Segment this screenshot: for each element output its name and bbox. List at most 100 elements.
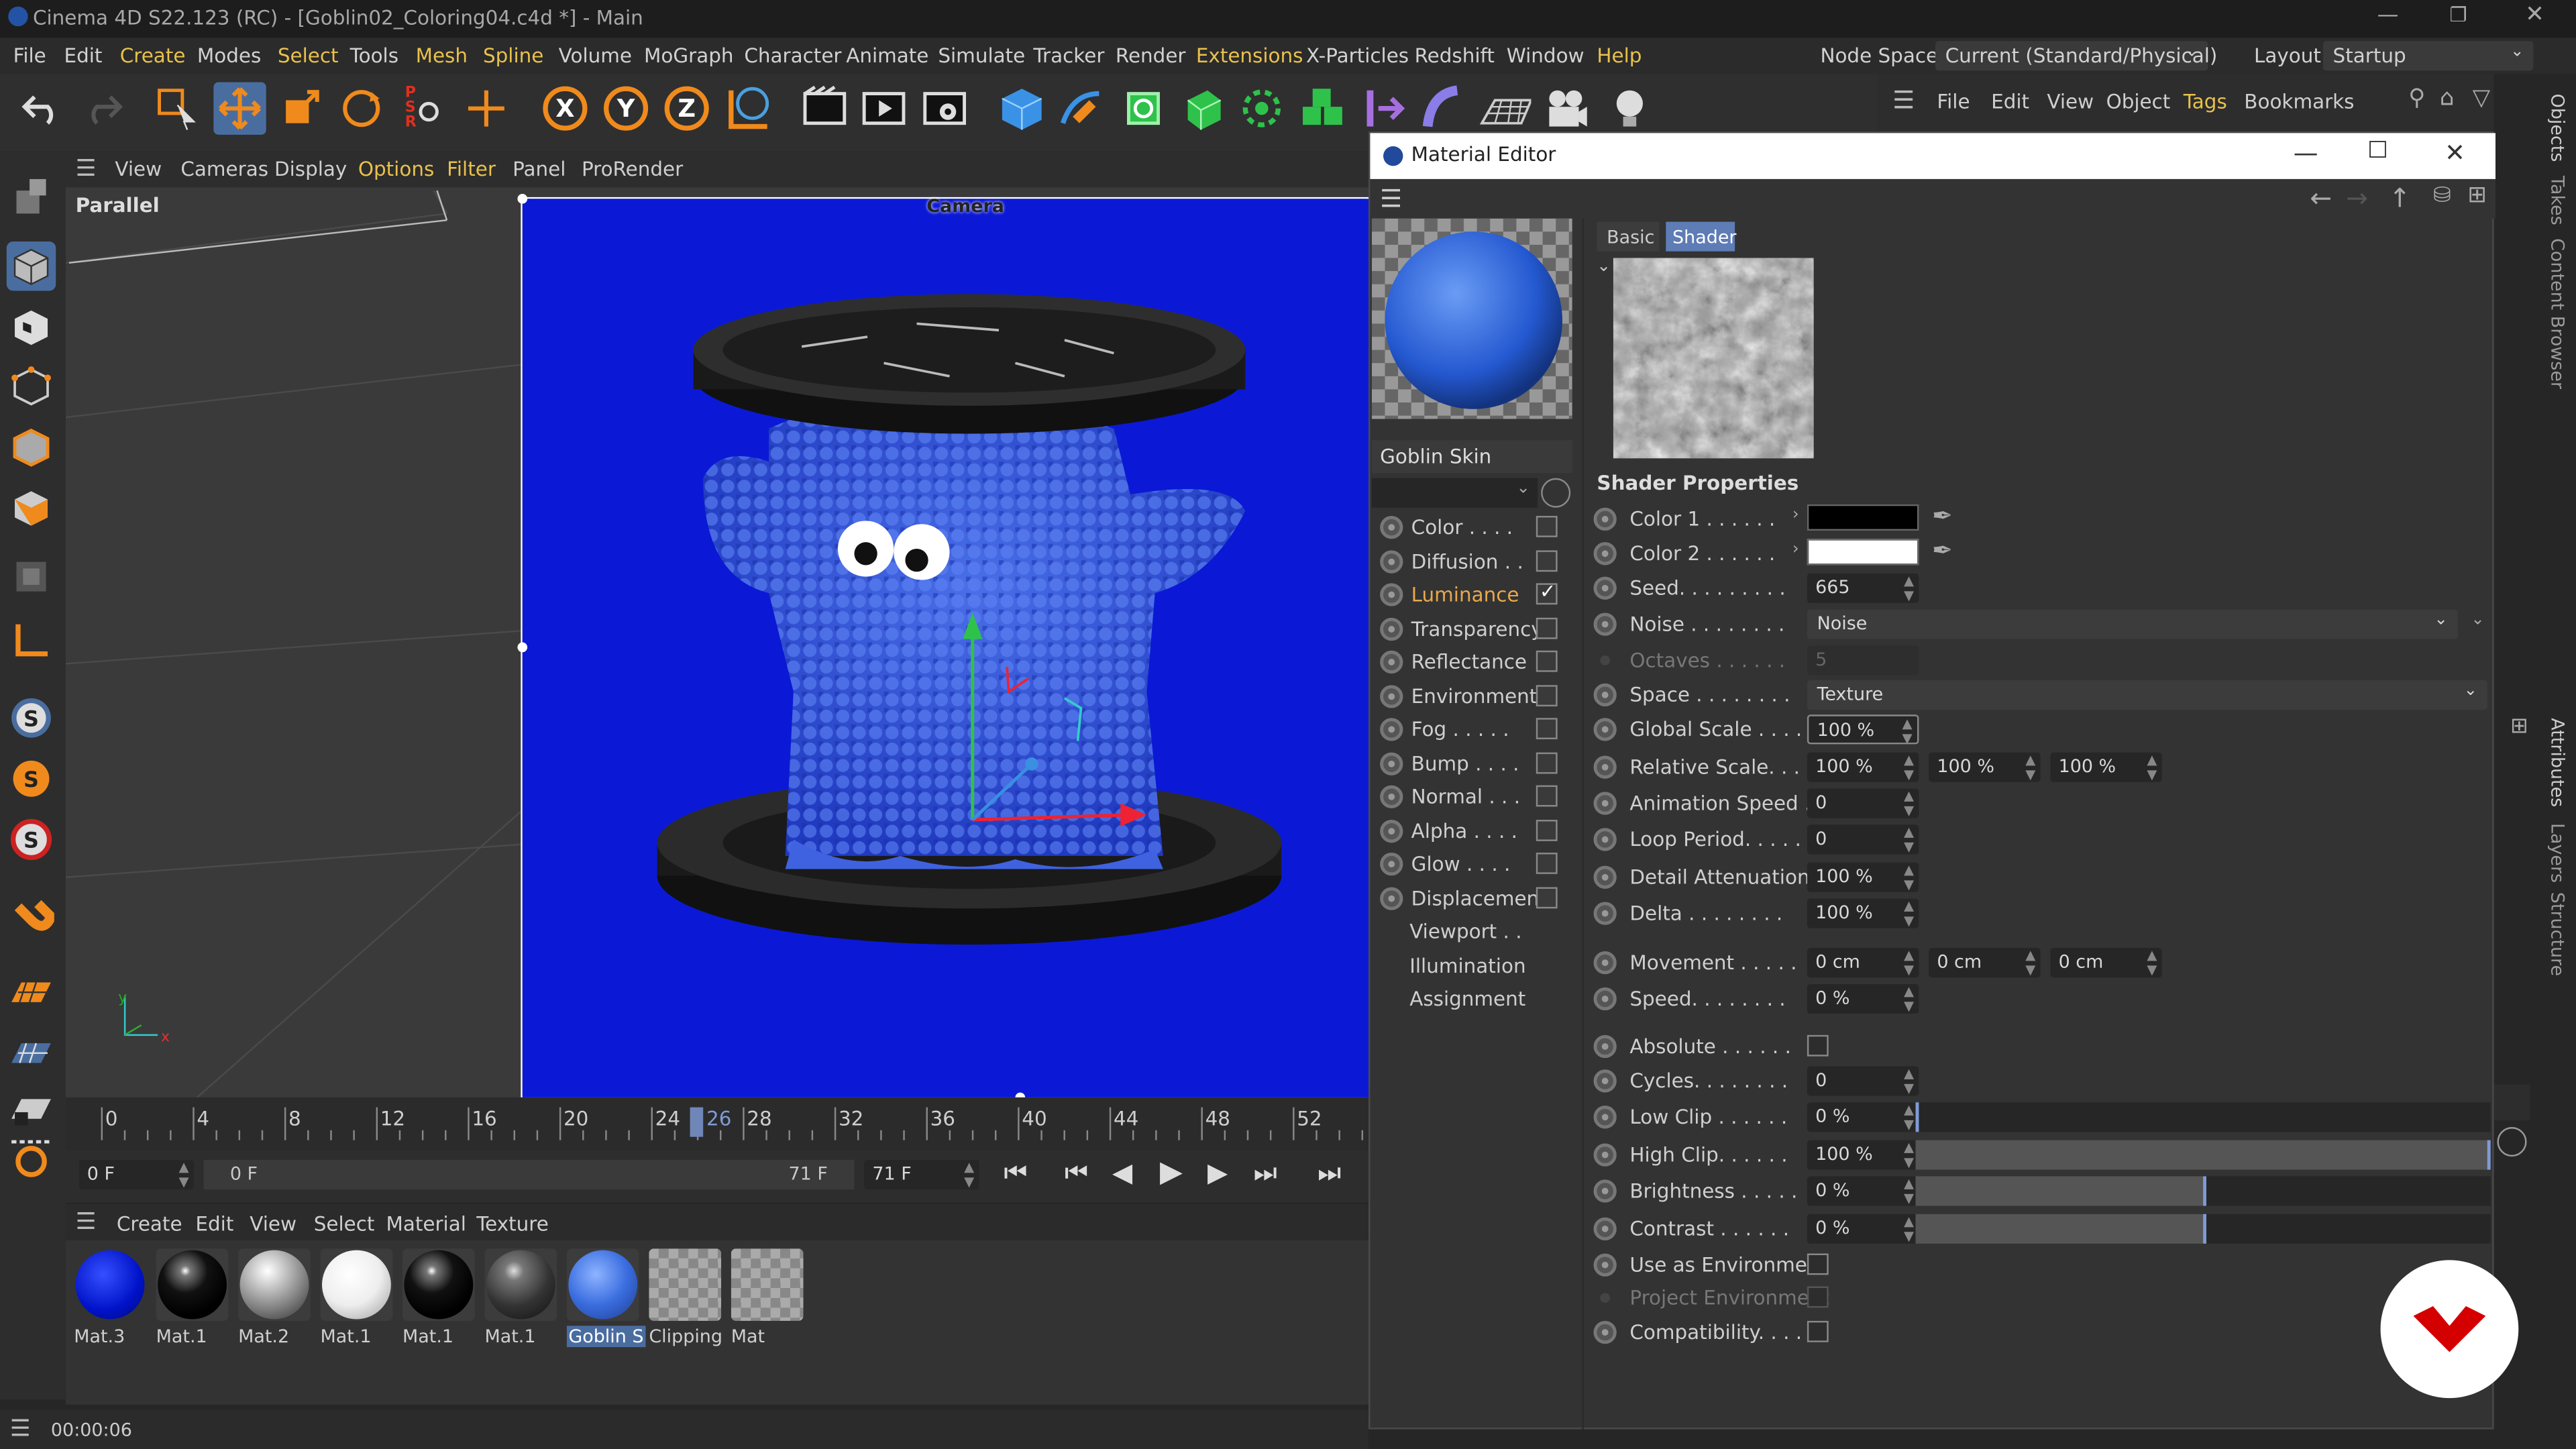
back-arrow-icon[interactable]: ←	[2310, 182, 2332, 214]
channel-checkbox[interactable]	[1536, 718, 1558, 740]
channel-checkbox[interactable]	[1536, 650, 1558, 672]
z-axis-lock-icon[interactable]: Z	[660, 82, 712, 134]
channel-checkbox[interactable]: ✓	[1536, 580, 1558, 605]
vp-menu-prorender[interactable]: ProRender	[582, 158, 683, 180]
movement-x-field[interactable]: 0 cm ▲ ▼	[1807, 948, 1919, 978]
movement-z-field[interactable]: 0 cm ▲ ▼	[2050, 948, 2162, 978]
home-icon[interactable]: ⌂	[2440, 85, 2455, 111]
om-menu-edit[interactable]: Edit	[1991, 91, 2029, 113]
channel-checkbox[interactable]	[1536, 515, 1558, 537]
high-clip-slider[interactable]	[1915, 1140, 2491, 1170]
low-clip-field[interactable]: 0 % ▲ ▼	[1807, 1102, 1919, 1132]
channel-extra-item[interactable]: Illumination	[1409, 954, 1525, 977]
channel-item[interactable]: Displacement	[1377, 881, 1574, 914]
y-axis-lock-icon[interactable]: Y	[600, 82, 652, 134]
om-menu-file[interactable]: File	[1937, 91, 1970, 113]
render-to-picture-viewer-icon[interactable]	[857, 82, 910, 134]
material-swatch[interactable]: Goblin S	[564, 1248, 645, 1350]
material-swatch[interactable]: Mat.3	[70, 1248, 146, 1350]
animate-dot[interactable]	[1593, 951, 1617, 975]
tab-content-browser[interactable]: Content Browser	[2546, 238, 2568, 389]
forward-arrow-icon[interactable]: →	[2346, 182, 2368, 214]
up-arrow-icon[interactable]: ↑	[2389, 182, 2411, 214]
camera-icon[interactable]	[1540, 82, 1592, 134]
previous-frame-icon[interactable]: ◀	[1112, 1157, 1132, 1188]
animate-dot[interactable]	[1380, 549, 1403, 573]
menu-tracker[interactable]: Tracker	[1033, 44, 1104, 67]
polygon-mode-icon[interactable]	[7, 483, 56, 532]
slider-handle[interactable]	[1915, 1102, 1919, 1132]
render-view-icon[interactable]	[798, 82, 851, 134]
menu-x-particles[interactable]: X-Particles	[1306, 44, 1409, 67]
mm-menu-material[interactable]: Material	[386, 1212, 466, 1235]
pick-icon[interactable]	[1541, 478, 1571, 508]
noise-type-dropdown[interactable]: Noise ⌄	[1807, 609, 2458, 639]
texture-mode-icon[interactable]	[7, 303, 56, 352]
locked-workplane-icon[interactable]	[7, 1084, 56, 1133]
animate-dot[interactable]	[1380, 616, 1403, 640]
collapse-icon[interactable]: ⌄	[1597, 258, 1611, 276]
eyedropper-icon[interactable]: ✒	[1932, 535, 1953, 565]
viewport[interactable]: Parallel y x Camera	[65, 187, 1369, 1097]
material-swatch[interactable]: Mat.1	[317, 1248, 393, 1350]
go-to-start-icon[interactable]: ⏮	[1004, 1157, 1027, 1189]
tab-shader[interactable]: Shader	[1666, 221, 1736, 252]
detail-attenuation-field[interactable]: 100 % ▲ ▼	[1807, 862, 1919, 892]
channel-checkbox[interactable]	[1536, 818, 1558, 841]
animate-dot[interactable]	[1593, 828, 1617, 851]
material-preset-dropdown[interactable]: ⌄	[1371, 478, 1538, 508]
new-panel-icon[interactable]: ⊞	[2467, 182, 2487, 209]
minimize-icon[interactable]: —	[2294, 138, 2318, 168]
animate-dot[interactable]	[1593, 1069, 1617, 1093]
material-swatch[interactable]: Mat.1	[153, 1248, 229, 1350]
mograph-cubes-icon[interactable]	[1296, 82, 1348, 134]
color2-swatch[interactable]	[1807, 539, 1919, 566]
mm-menu-texture[interactable]: Texture	[476, 1212, 549, 1235]
menu-tools[interactable]: Tools	[350, 44, 398, 67]
undo-icon[interactable]	[16, 82, 68, 134]
animate-dot[interactable]	[1380, 853, 1403, 876]
slider-handle[interactable]	[2203, 1176, 2206, 1206]
menu-file[interactable]: File	[13, 44, 46, 67]
channel-item[interactable]: Transparency	[1377, 612, 1574, 645]
slider-handle[interactable]	[2487, 1140, 2491, 1170]
material-swatch[interactable]: Mat.1	[399, 1248, 475, 1350]
close-icon[interactable]: ✕	[2525, 1, 2544, 28]
animate-dot[interactable]	[1593, 718, 1617, 741]
animate-dot[interactable]	[1593, 612, 1617, 636]
scale-icon[interactable]	[274, 82, 327, 134]
material-swatch[interactable]: Mat.1	[482, 1248, 557, 1350]
tab-layers[interactable]: Layers	[2546, 823, 2568, 883]
use-as-environment-checkbox[interactable]	[1807, 1253, 1829, 1275]
mm-menu-create[interactable]: Create	[117, 1212, 182, 1235]
animate-dot[interactable]	[1593, 1320, 1617, 1344]
animation-speed-field[interactable]: 0 ▲ ▼	[1807, 788, 1919, 818]
snap-s1-icon[interactable]: S	[7, 693, 56, 742]
subdivision-surface-icon[interactable]	[1117, 82, 1169, 134]
compatibility-checkbox[interactable]	[1807, 1320, 1829, 1342]
redo-icon[interactable]	[76, 82, 128, 134]
go-to-end-icon[interactable]: ⏭	[1318, 1157, 1341, 1189]
menu-create[interactable]: Create	[120, 44, 186, 67]
animate-dot[interactable]	[1593, 987, 1617, 1011]
slider-handle[interactable]	[2203, 1214, 2206, 1244]
extrude-icon[interactable]	[1176, 82, 1228, 134]
menu-help[interactable]: Help	[1597, 44, 1642, 67]
animate-dot[interactable]	[1380, 684, 1403, 708]
tab-structure[interactable]: Structure	[2546, 892, 2568, 976]
tab-attributes[interactable]: Attributes	[2546, 718, 2568, 807]
start-frame-field[interactable]: 0 F ▲ ▼	[78, 1159, 194, 1190]
speed-field[interactable]: 0 % ▲ ▼	[1807, 983, 1919, 1014]
axis-mode-icon[interactable]	[7, 616, 56, 665]
channel-item[interactable]: Environment	[1377, 680, 1574, 712]
menu-edit[interactable]: Edit	[64, 44, 103, 67]
pick-icon[interactable]	[2497, 1127, 2527, 1157]
high-clip-field[interactable]: 100 % ▲ ▼	[1807, 1140, 1919, 1170]
tab-objects[interactable]: Objects	[2546, 94, 2568, 162]
low-clip-slider[interactable]	[1915, 1102, 2491, 1132]
vp-menu-filter[interactable]: Filter	[447, 158, 496, 180]
channel-item[interactable]: Luminance ✓	[1377, 578, 1574, 611]
animate-dot[interactable]	[1380, 718, 1403, 741]
expand-icon[interactable]: ›	[1792, 541, 1799, 559]
menu-select[interactable]: Select	[278, 44, 339, 67]
